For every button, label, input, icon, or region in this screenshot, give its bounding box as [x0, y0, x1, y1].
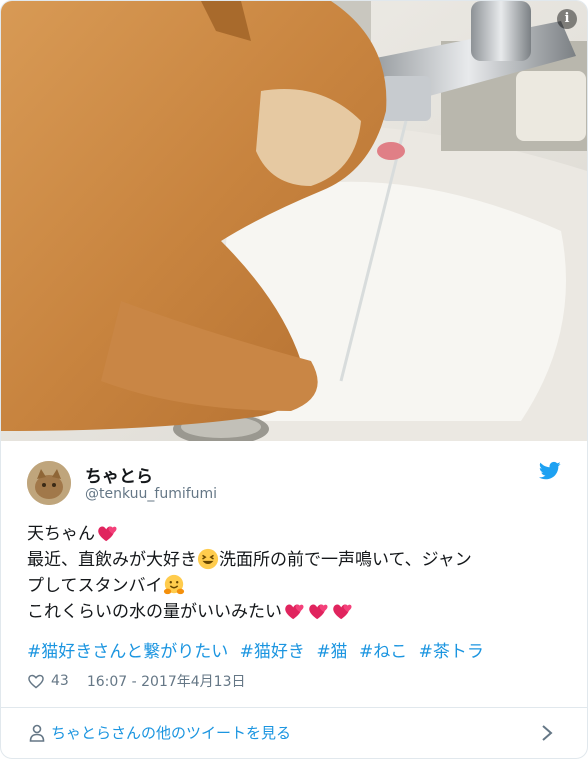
like-count[interactable]: 43: [51, 673, 69, 689]
hashtag-link[interactable]: #猫: [316, 642, 347, 662]
tweet-text-segment: これくらいの水の量がいいみたい: [27, 602, 282, 622]
tweet-header: ちゃとら @tenkuu_fumifumi: [1, 441, 587, 521]
tweet-photo[interactable]: i: [1, 1, 587, 441]
hashtag-link[interactable]: #茶トラ: [419, 642, 484, 662]
heart-outline-icon[interactable]: [27, 673, 45, 689]
chevron-right-icon[interactable]: [541, 724, 553, 742]
hashtag-link[interactable]: #猫好き: [240, 642, 305, 662]
user-handle[interactable]: @tenkuu_fumifumi: [85, 486, 217, 502]
tweet-text-segment: 最近、直飲みが大好き: [27, 550, 197, 570]
cat-drinking-photo: [1, 1, 587, 441]
info-icon[interactable]: i: [557, 9, 577, 29]
tweet-text-line: プしてスタンバイ: [27, 573, 567, 599]
tweet-text: 天ちゃん 最近、直飲みが大好き 洗面所の前で一声鳴いて、ジャン プしてスタンバイ …: [27, 521, 567, 625]
tweet-text-segment: 天ちゃん: [27, 524, 95, 544]
tweet-text-segment: プしてスタンバイ: [27, 576, 163, 596]
two-hearts-emoji: [309, 604, 328, 620]
hashtag-link[interactable]: #ねこ: [359, 642, 407, 662]
avatar[interactable]: [27, 461, 71, 505]
tweet-text-line: 天ちゃん: [27, 521, 567, 547]
more-tweets-footer[interactable]: ちゃとらさんの他のツイートを見る: [1, 707, 587, 758]
hashtag-link[interactable]: #猫好きさんと繋がりたい: [27, 642, 228, 662]
person-icon: [29, 724, 45, 742]
tweet-meta: 43 16:07 - 2017年4月13日: [27, 671, 245, 691]
tweet-text-segment: 洗面所の前で一声鳴いて、ジャン: [219, 550, 472, 570]
two-hearts-emoji: [333, 604, 352, 620]
timestamp[interactable]: 16:07 - 2017年4月13日: [87, 671, 246, 691]
hugging-face-emoji: [163, 574, 184, 595]
two-hearts-emoji: [285, 604, 304, 620]
more-tweets-link[interactable]: ちゃとらさんの他のツイートを見る: [51, 722, 291, 743]
hashtag-list: #猫好きさんと繋がりたい #猫好き #猫 #ねこ #茶トラ: [27, 637, 490, 662]
tweet-text-line: 最近、直飲みが大好き 洗面所の前で一声鳴いて、ジャン: [27, 547, 567, 573]
tweet-text-line: これくらいの水の量がいいみたい: [27, 599, 567, 625]
two-hearts-emoji: [98, 526, 117, 542]
tweet-card: i ちゃとら @tenkuu_fumifumi 天ちゃん 最近、直飲みが大好き 洗…: [0, 0, 588, 759]
twitter-bird-icon[interactable]: [539, 461, 561, 481]
grinning-squint-emoji: [197, 548, 219, 570]
display-name[interactable]: ちゃとら: [85, 462, 153, 487]
